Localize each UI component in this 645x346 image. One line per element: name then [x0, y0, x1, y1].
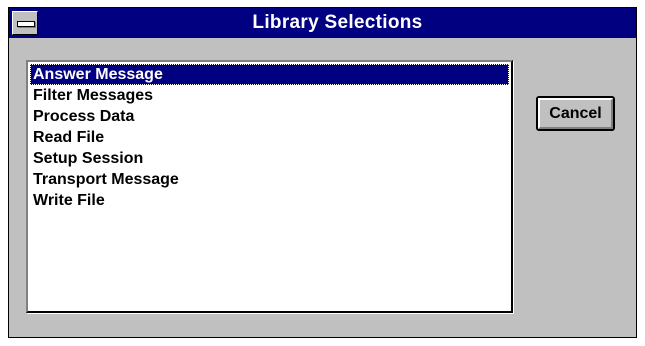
list-item[interactable]: Process Data: [30, 106, 509, 127]
system-menu-button[interactable]: [12, 11, 38, 35]
window-title: Library Selections: [252, 12, 423, 33]
cancel-button-label: Cancel: [538, 98, 613, 129]
list-item[interactable]: Answer Message: [30, 64, 509, 85]
cancel-button[interactable]: Cancel: [536, 96, 615, 131]
list-item[interactable]: Transport Message: [30, 169, 509, 190]
title-bar[interactable]: Library Selections: [9, 8, 636, 38]
system-menu-icon: [17, 21, 35, 27]
list-item[interactable]: Filter Messages: [30, 85, 509, 106]
library-listbox[interactable]: Answer Message Filter Messages Process D…: [26, 60, 513, 313]
list-item[interactable]: Setup Session: [30, 148, 509, 169]
library-selections-dialog: Library Selections Answer Message Filter…: [8, 7, 637, 338]
list-item[interactable]: Read File: [30, 127, 509, 148]
list-item[interactable]: Write File: [30, 190, 509, 211]
library-list: Answer Message Filter Messages Process D…: [30, 64, 509, 211]
